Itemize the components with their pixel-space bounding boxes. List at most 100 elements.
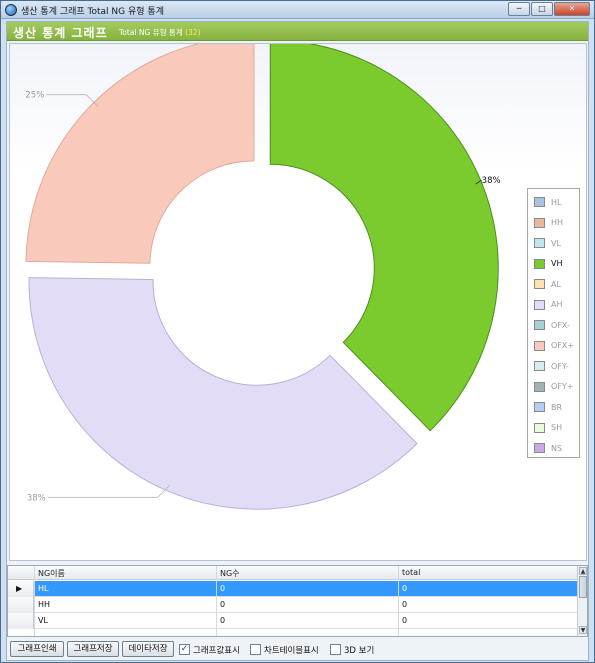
table-cell-name[interactable]: HL bbox=[38, 584, 48, 593]
scroll-down-icon[interactable]: ▼ bbox=[579, 626, 587, 634]
legend-item-ns[interactable]: NS bbox=[534, 442, 562, 454]
pie-slice-vh[interactable] bbox=[269, 44, 499, 432]
legend-label: VL bbox=[551, 238, 561, 248]
legend-item-ofx-[interactable]: OFX- bbox=[534, 319, 570, 331]
donut-chart: 38% 38% 25% bbox=[25, 44, 501, 510]
table-cell-total[interactable]: 0 bbox=[402, 616, 407, 625]
chart-legend: HL HH VL VH AL AH OFX- OFX+ OFY- OFY+ BR SH NS bbox=[527, 188, 580, 458]
slice-label-ofx+: 25% bbox=[25, 91, 44, 101]
legend-swatch bbox=[534, 361, 545, 371]
grid-header: NG이름 NG수 total bbox=[8, 566, 580, 580]
save-data-button[interactable]: 데이타저장 bbox=[122, 641, 174, 657]
legend-swatch bbox=[534, 381, 545, 392]
legend-swatch bbox=[534, 340, 545, 351]
window-title: 생산 통계 그래프 Total NG 유형 통계 bbox=[21, 7, 164, 17]
legend-swatch bbox=[534, 197, 545, 207]
header-bar: 생산 통계 그래프 Total NG 유형 통계 (32) bbox=[7, 22, 588, 41]
show-table-label[interactable]: 차트테이블표시 bbox=[264, 644, 319, 656]
slice-label-vh: 38% bbox=[482, 176, 501, 186]
scroll-up-icon[interactable]: ▲ bbox=[579, 567, 587, 575]
show-values-label[interactable]: 그래프값표시 bbox=[193, 644, 240, 656]
app-globe-icon bbox=[5, 4, 17, 16]
column-header-ng-count[interactable]: NG수 bbox=[220, 568, 240, 579]
pie-slice-ofx+[interactable] bbox=[25, 44, 255, 264]
row-header[interactable] bbox=[8, 613, 34, 629]
slice-label-line bbox=[46, 94, 99, 107]
table-row[interactable]: ▶ HL 0 0 bbox=[8, 581, 580, 597]
legend-swatch bbox=[534, 299, 545, 310]
legend-item-al[interactable]: AL bbox=[534, 278, 561, 290]
view-3d-label[interactable]: 3D 보기 bbox=[344, 644, 374, 656]
legend-label: HL bbox=[551, 197, 562, 207]
ng-count: (32) bbox=[185, 28, 201, 37]
legend-item-sh[interactable]: SH bbox=[534, 422, 562, 434]
legend-label: SH bbox=[551, 423, 563, 432]
legend-label: AL bbox=[551, 279, 561, 289]
slice-label-ah: 38% bbox=[27, 493, 46, 503]
legend-label: OFY- bbox=[551, 361, 569, 371]
legend-swatch bbox=[534, 258, 545, 269]
show-values-checkbox[interactable]: ✓ bbox=[179, 644, 190, 655]
legend-item-ah[interactable]: AH bbox=[534, 299, 563, 311]
main-window: 생산 통계 그래프 Total NG 유형 통계 ─ □ ✕ 생산 통계 그래프… bbox=[0, 0, 595, 663]
legend-item-ofy-[interactable]: OFY- bbox=[534, 360, 569, 372]
minimize-button[interactable]: ─ bbox=[508, 2, 530, 16]
table-cell-total[interactable]: 0 bbox=[402, 600, 407, 609]
legend-label: BR bbox=[551, 402, 563, 412]
table-row[interactable]: VL 0 0 bbox=[8, 613, 580, 629]
column-divider bbox=[34, 566, 35, 636]
legend-item-vh[interactable]: VH bbox=[534, 258, 563, 270]
legend-swatch bbox=[534, 279, 545, 289]
column-header-ng-name[interactable]: NG이름 bbox=[38, 568, 65, 579]
print-graph-button[interactable]: 그래프인쇄 bbox=[10, 641, 64, 657]
page-subtitle: Total NG 유형 통계 (32) bbox=[119, 27, 201, 38]
grid-scrollbar[interactable]: ▲ ▼ bbox=[577, 566, 587, 636]
table-cell-count[interactable]: 0 bbox=[220, 616, 225, 625]
table-cell-count[interactable]: 0 bbox=[220, 600, 225, 609]
legend-item-vl[interactable]: VL bbox=[534, 237, 561, 249]
current-row-arrow-icon: ▶ bbox=[16, 584, 23, 593]
table-cell-total[interactable]: 0 bbox=[402, 584, 407, 593]
legend-swatch bbox=[534, 402, 545, 412]
data-grid: NG이름 NG수 total ▶ HL 0 0 HH 0 0 VL 0 0 ▲ ▼ bbox=[7, 565, 588, 637]
legend-label: OFY+ bbox=[551, 382, 574, 391]
table-cell-name[interactable]: HH bbox=[38, 600, 50, 609]
show-table-checkbox[interactable] bbox=[250, 644, 261, 655]
legend-label: VH bbox=[551, 259, 563, 268]
legend-label: NS bbox=[551, 443, 563, 453]
table-cell-name[interactable]: VL bbox=[38, 616, 48, 625]
legend-item-hl[interactable]: HL bbox=[534, 196, 561, 208]
scroll-thumb[interactable] bbox=[579, 576, 587, 598]
legend-label: OFX- bbox=[551, 320, 570, 330]
save-graph-button[interactable]: 그래프저장 bbox=[67, 641, 119, 657]
slice-label-line bbox=[47, 485, 171, 498]
column-header-total[interactable]: total bbox=[402, 568, 420, 577]
page-title: 생산 통계 그래프 bbox=[13, 26, 108, 40]
content-area: 생산 통계 그래프 Total NG 유형 통계 (32) 38% 38% 25% … bbox=[6, 21, 589, 661]
row-header[interactable]: ▶ bbox=[8, 581, 34, 597]
window-controls: ─ □ ✕ bbox=[508, 2, 590, 16]
legend-item-ofy-[interactable]: OFY+ bbox=[534, 381, 574, 393]
view-3d-checkbox[interactable] bbox=[330, 644, 341, 655]
row-header[interactable] bbox=[8, 597, 34, 613]
legend-label: HH bbox=[551, 218, 564, 227]
legend-item-br[interactable]: BR bbox=[534, 401, 562, 413]
pie-slice-ah[interactable] bbox=[28, 277, 418, 510]
legend-label: OFX+ bbox=[551, 341, 575, 350]
subtitle-text: Total NG 유형 통계 bbox=[119, 28, 183, 37]
legend-item-ofx-[interactable]: OFX+ bbox=[534, 340, 574, 352]
legend-item-hh[interactable]: HH bbox=[534, 217, 563, 229]
maximize-button[interactable]: □ bbox=[531, 2, 553, 16]
legend-swatch bbox=[534, 238, 545, 248]
table-cell-count[interactable]: 0 bbox=[220, 584, 225, 593]
legend-swatch bbox=[534, 320, 545, 330]
column-divider bbox=[216, 566, 217, 636]
legend-swatch bbox=[534, 443, 545, 453]
chart-panel: 38% 38% 25% HL HH VL VH AL AH OFX- OFX+ OFY- OFY+ BR… bbox=[9, 43, 587, 561]
bottom-toolbar: 그래프인쇄 그래프저장 데이타저장 ✓ 그래프값표시 차트테이블표시 3D 보기 bbox=[7, 639, 588, 660]
legend-swatch bbox=[534, 217, 545, 228]
title-bar[interactable]: 생산 통계 그래프 Total NG 유형 통계 ─ □ ✕ bbox=[1, 1, 594, 19]
close-button[interactable]: ✕ bbox=[554, 2, 590, 16]
legend-swatch bbox=[534, 422, 545, 433]
table-row[interactable]: HH 0 0 bbox=[8, 597, 580, 613]
